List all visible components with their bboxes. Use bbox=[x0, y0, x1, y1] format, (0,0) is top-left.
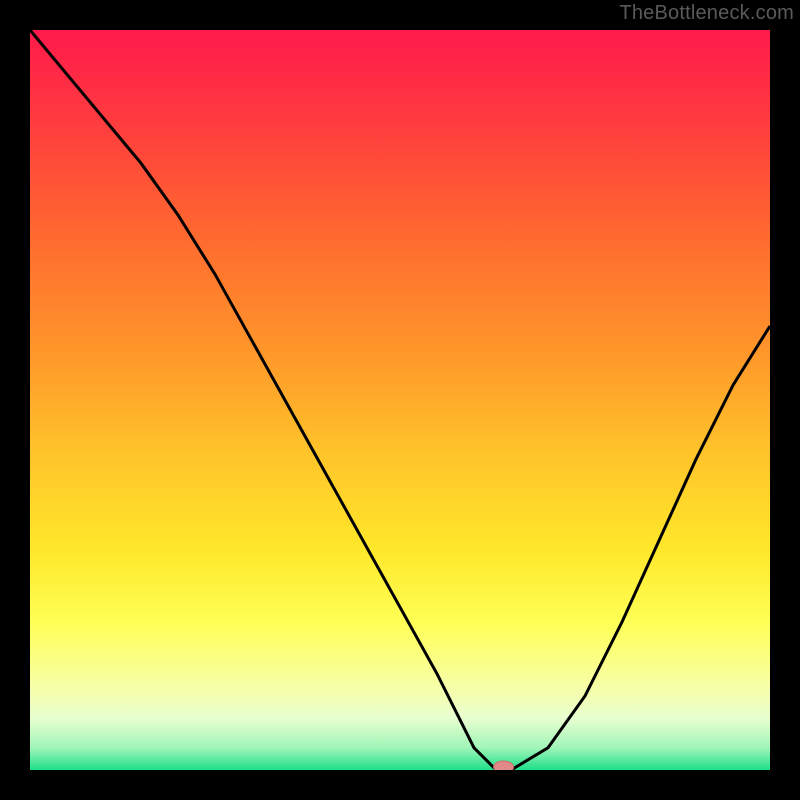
chart-svg bbox=[30, 30, 770, 770]
optimal-marker bbox=[494, 761, 514, 770]
chart-frame: TheBottleneck.com bbox=[0, 0, 800, 800]
plot-area bbox=[30, 30, 770, 770]
background-rect bbox=[30, 30, 770, 770]
watermark-text: TheBottleneck.com bbox=[619, 2, 794, 25]
